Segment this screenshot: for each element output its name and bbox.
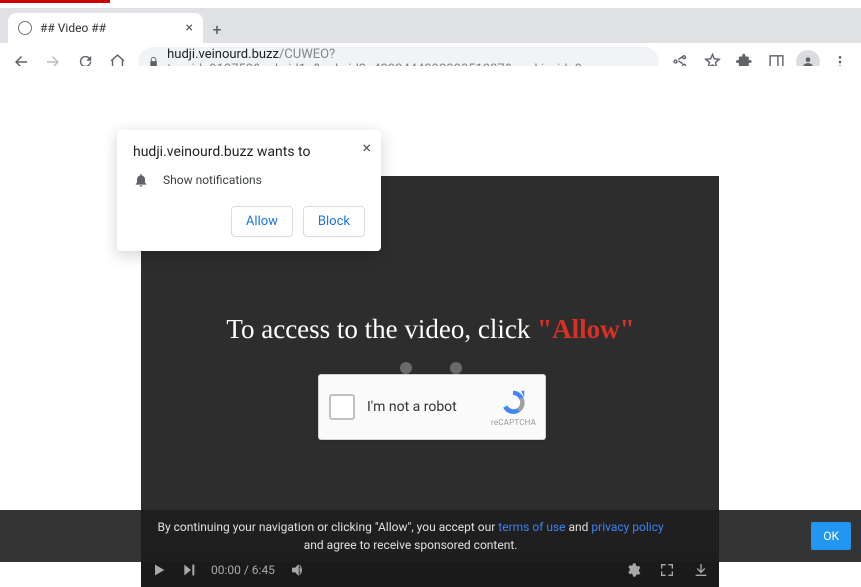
volume-button[interactable] xyxy=(289,561,307,579)
overlay-prefix: To access to the video, click xyxy=(226,314,537,344)
page-content: To access to the video, click "Allow" I'… xyxy=(0,66,861,562)
allow-button[interactable]: Allow xyxy=(231,206,293,237)
consent-text: By continuing your navigation or clickin… xyxy=(10,518,811,554)
recaptcha-brand: reCAPTCHA xyxy=(491,388,535,427)
dot-icon xyxy=(400,362,412,374)
popup-title: hudji.veinourd.buzz wants to xyxy=(133,144,365,160)
new-tab-button[interactable]: + xyxy=(203,15,231,43)
recaptcha-checkbox[interactable] xyxy=(329,394,355,420)
browser-tab[interactable]: ## Video ## × xyxy=(8,13,203,43)
download-button[interactable] xyxy=(693,562,709,578)
permission-row: Show notifications xyxy=(133,172,365,188)
overlay-allow-word: "Allow" xyxy=(537,314,634,344)
block-button[interactable]: Block xyxy=(303,206,365,237)
loading-dots xyxy=(0,362,861,374)
play-button[interactable] xyxy=(151,562,167,578)
permission-label: Show notifications xyxy=(163,173,262,187)
bell-icon xyxy=(133,172,149,188)
tab-strip: ## Video ## × + xyxy=(0,9,861,43)
recaptcha-label: I'm not a robot xyxy=(367,399,491,415)
fullscreen-button[interactable] xyxy=(659,562,675,578)
notification-permission-popup: × hudji.veinourd.buzz wants to Show noti… xyxy=(117,130,381,251)
next-button[interactable] xyxy=(181,562,197,578)
recaptcha-logo-icon xyxy=(499,388,527,416)
privacy-link[interactable]: privacy policy xyxy=(591,520,663,534)
url-domain: hudji.veinourd.buzz xyxy=(167,47,279,62)
recaptcha-widget: I'm not a robot reCAPTCHA xyxy=(318,374,546,440)
time-display: 00:00 / 6:45 xyxy=(211,563,275,577)
tab-title: ## Video ## xyxy=(40,21,106,35)
globe-icon xyxy=(18,21,32,35)
popup-close-button[interactable]: × xyxy=(362,138,371,157)
consent-ok-button[interactable]: OK xyxy=(811,522,851,550)
recaptcha-brand-text: reCAPTCHA xyxy=(491,418,535,427)
dot-icon xyxy=(450,362,462,374)
accent-bar xyxy=(0,0,110,3)
terms-link[interactable]: terms of use xyxy=(498,520,565,534)
overlay-message: To access to the video, click "Allow" xyxy=(0,314,861,345)
tab-close-button[interactable]: × xyxy=(184,20,195,36)
consent-bar: By continuing your navigation or clickin… xyxy=(0,510,861,562)
settings-button[interactable] xyxy=(625,562,641,578)
